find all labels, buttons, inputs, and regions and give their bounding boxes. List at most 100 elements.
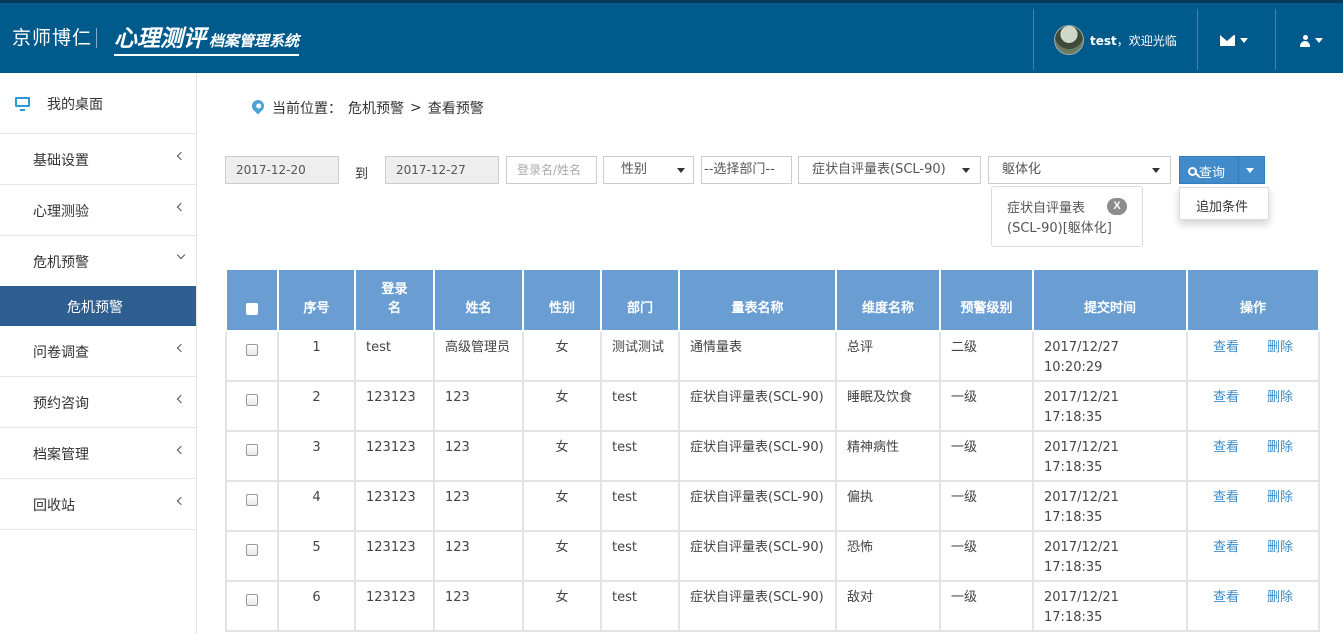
row-checkbox[interactable]	[246, 343, 258, 356]
top-header: 京师博仁 心理测评 档案管理系统 test，欢迎光临	[0, 0, 1343, 73]
cell-dimension: 精神病性	[835, 430, 941, 482]
welcome-text: test，欢迎光临	[1090, 32, 1177, 49]
dimension-select[interactable]: 躯体化	[988, 156, 1171, 184]
scale-select[interactable]: 症状自评量表(SCL-90)	[798, 156, 981, 184]
submit-date: 2017/12/21	[1044, 590, 1119, 605]
sidebar-item-desktop[interactable]: 我的桌面	[0, 73, 196, 134]
breadcrumb-crisis-alert[interactable]: 危机预警	[348, 98, 404, 118]
header-divider	[1275, 9, 1276, 70]
caret-down-icon	[1240, 38, 1248, 43]
end-date-input[interactable]: 2017-12-27	[385, 156, 499, 184]
cell-level: 一级	[939, 380, 1034, 432]
table-row: 5 123123 123 女 test 症状自评量表(SCL-90) 恐怖 一级 2017/12…	[225, 530, 1320, 582]
delete-link[interactable]: 删除	[1267, 588, 1293, 608]
sidebar-item-psych-test[interactable]: 心理测验	[0, 185, 196, 236]
cell-dimension: 偏执	[835, 480, 941, 532]
sidebar-item-label: 危机预警	[33, 255, 89, 271]
sidebar-item-recycle-bin[interactable]: 回收站	[0, 479, 196, 530]
submit-clock: 17:18:35	[1044, 460, 1103, 475]
alerts-table: 序号 登录名 姓名 性别 部门 量表名称 维度名称 预警级别 提交时间 操作 1…	[225, 268, 1320, 632]
select-all-checkbox[interactable]	[246, 302, 258, 315]
view-link[interactable]: 查看	[1213, 538, 1239, 558]
delete-link[interactable]: 删除	[1267, 488, 1293, 508]
cell-department: test	[600, 580, 680, 632]
cell-login: 123123	[354, 480, 435, 532]
cell-login: 123123	[354, 530, 435, 582]
avatar[interactable]	[1054, 25, 1084, 55]
search-icon	[1188, 167, 1197, 176]
cell-actions: 查看 删除	[1186, 380, 1320, 432]
start-date-input[interactable]: 2017-12-20	[225, 156, 339, 184]
sidebar-item-survey[interactable]: 问卷调查	[0, 326, 196, 377]
caret-down-icon[interactable]	[1246, 168, 1254, 173]
submit-date: 2017/12/27	[1044, 340, 1119, 355]
cell-scale: 症状自评量表(SCL-90)	[678, 380, 837, 432]
column-header: 维度名称	[835, 268, 941, 332]
column-header: 姓名	[433, 268, 524, 332]
messages-button[interactable]	[1220, 33, 1248, 48]
row-select-cell	[225, 380, 279, 432]
caret-down-icon	[1152, 168, 1160, 173]
remove-condition-button[interactable]: X	[1107, 198, 1127, 215]
user-settings-button[interactable]	[1300, 33, 1323, 48]
view-link[interactable]: 查看	[1213, 388, 1239, 408]
user-menu[interactable]: test，欢迎光临	[1054, 25, 1177, 55]
submit-clock: 17:18:35	[1044, 410, 1103, 425]
delete-link[interactable]: 删除	[1267, 438, 1293, 458]
row-checkbox[interactable]	[246, 593, 258, 606]
table-row: 2 123123 123 女 test 症状自评量表(SCL-90) 睡眠及饮食 一级 2017…	[225, 380, 1320, 432]
department-select[interactable]: --选择部门--	[701, 156, 792, 184]
cell-submit-time: 2017/12/21 17:18:35	[1032, 530, 1188, 582]
view-link[interactable]: 查看	[1213, 588, 1239, 608]
query-dropdown-menu: 追加条件	[1179, 187, 1269, 220]
delete-link[interactable]: 删除	[1267, 538, 1293, 558]
breadcrumb-separator: >	[410, 100, 422, 116]
query-button[interactable]: 查询	[1179, 156, 1265, 184]
table-row: 6 123123 123 女 test 症状自评量表(SCL-90) 敌对 一级 2017/12…	[225, 580, 1320, 632]
logo-subtitle: 档案管理系统	[209, 32, 300, 50]
cell-department: test	[600, 430, 680, 482]
gender-select[interactable]: 性别	[603, 156, 694, 184]
chevron-down-icon	[176, 250, 186, 260]
cell-gender: 女	[522, 330, 602, 382]
sidebar-item-label: 基础设置	[33, 153, 89, 169]
sidebar-subitem-label: 危机预警	[67, 300, 123, 316]
cell-level: 一级	[939, 580, 1034, 632]
sidebar-item-archive[interactable]: 档案管理	[0, 428, 196, 479]
cell-submit-time: 2017/12/27 10:20:29	[1032, 330, 1188, 382]
envelope-icon	[1220, 35, 1235, 46]
sidebar-item-appointment[interactable]: 预约咨询	[0, 377, 196, 428]
location-pin-icon	[249, 97, 267, 115]
chevron-left-icon	[176, 496, 186, 506]
cell-level: 一级	[939, 430, 1034, 482]
user-icon	[1300, 34, 1310, 47]
sidebar-item-label: 我的桌面	[47, 97, 103, 113]
view-link[interactable]: 查看	[1213, 338, 1239, 358]
cell-name: 123	[433, 430, 524, 482]
row-checkbox[interactable]	[246, 493, 258, 506]
delete-link[interactable]: 删除	[1267, 338, 1293, 358]
submit-clock: 17:18:35	[1044, 560, 1103, 575]
cell-no: 1	[277, 330, 356, 382]
view-link[interactable]: 查看	[1213, 438, 1239, 458]
gender-select-value: 性别	[621, 162, 648, 177]
sidebar-item-label: 问卷调查	[33, 345, 89, 361]
sidebar-item-basic-settings[interactable]: 基础设置	[0, 134, 196, 185]
view-link[interactable]: 查看	[1213, 488, 1239, 508]
delete-link[interactable]: 删除	[1267, 388, 1293, 408]
sidebar-item-crisis-alert[interactable]: 危机预警	[0, 236, 196, 286]
sidebar-subitem-crisis-alert[interactable]: 危机预警	[0, 286, 196, 326]
sidebar-item-label: 回收站	[33, 498, 75, 514]
row-checkbox[interactable]	[246, 543, 258, 556]
row-checkbox[interactable]	[246, 443, 258, 456]
cell-gender: 女	[522, 530, 602, 582]
caret-down-icon	[1315, 38, 1323, 43]
cell-scale: 症状自评量表(SCL-90)	[678, 480, 837, 532]
table-row: 4 123123 123 女 test 症状自评量表(SCL-90) 偏执 一级 2017/12…	[225, 480, 1320, 532]
name-search-input[interactable]: 登录名/姓名	[506, 156, 597, 184]
add-condition-menu-item[interactable]: 追加条件	[1196, 196, 1248, 215]
row-checkbox[interactable]	[246, 393, 258, 406]
row-select-cell	[225, 530, 279, 582]
column-header: 性别	[522, 268, 602, 332]
sidebar-item-label: 预约咨询	[33, 396, 89, 412]
